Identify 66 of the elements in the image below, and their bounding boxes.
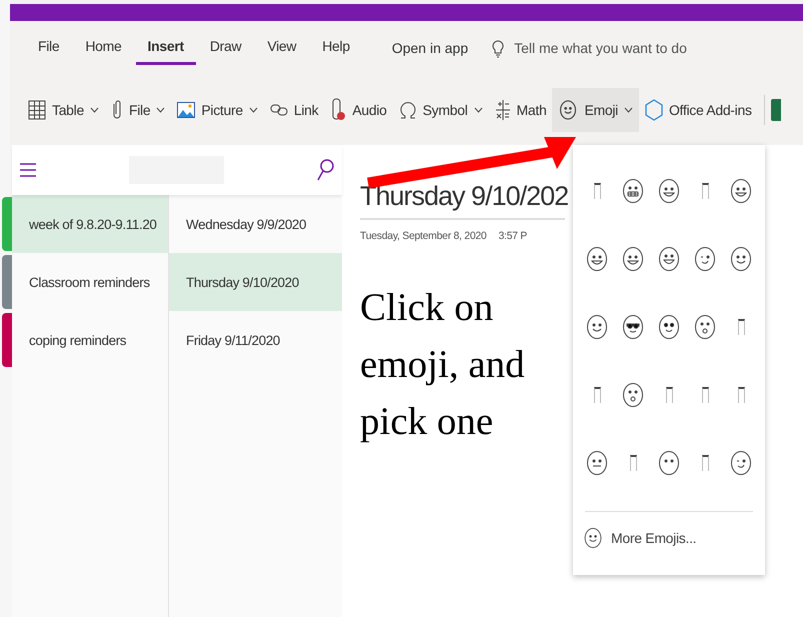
tell-me-field[interactable]: Tell me what you want to do — [512, 39, 706, 57]
menu-icon[interactable] — [20, 163, 36, 177]
toolbar-button[interactable]: Table — [22, 88, 105, 132]
more-emojis-button[interactable]: More Emojis... — [573, 512, 765, 564]
toolbar-button[interactable]: File — [104, 88, 172, 132]
toolbar-button[interactable]: Symbol — [392, 88, 489, 132]
table-icon — [28, 100, 46, 120]
emoji-icon — [621, 381, 645, 409]
missing-glyph-icon — [666, 387, 672, 403]
page-item[interactable]: Thursday 9/10/2020 — [169, 253, 342, 311]
emoji-icon — [729, 245, 753, 273]
emoji-icon — [657, 177, 681, 205]
math-icon — [494, 99, 511, 121]
emoji-icon — [657, 245, 681, 273]
emoji-icon — [729, 449, 753, 477]
menu-tab[interactable]: File — [26, 32, 72, 64]
microphone-icon — [330, 98, 346, 122]
missing-glyph-icon — [738, 319, 744, 335]
lightbulb-icon — [492, 38, 504, 58]
emoji-icon — [729, 177, 753, 205]
missing-glyph-icon — [702, 387, 708, 403]
emoji-icon — [693, 245, 717, 273]
menu-tab[interactable]: Draw — [198, 32, 254, 64]
page-item[interactable]: Friday 9/11/2020 — [169, 311, 342, 369]
emoji-icon — [693, 313, 717, 341]
section-item[interactable]: Classroom reminders — [12, 253, 168, 311]
menu-tab[interactable]: Insert — [136, 32, 196, 64]
omega-icon — [398, 100, 417, 120]
paperclip-icon — [110, 99, 123, 121]
toolbar-button[interactable]: Audio — [324, 88, 393, 132]
search-icon[interactable] — [316, 159, 334, 181]
menu-tab[interactable]: Home — [73, 32, 134, 64]
smiley-icon — [558, 99, 578, 121]
missing-glyph-icon — [738, 387, 744, 403]
emoji-icon — [621, 245, 645, 273]
menu-tab[interactable]: View — [255, 32, 308, 64]
emoji-icon — [621, 313, 645, 341]
missing-glyph-icon — [594, 387, 600, 403]
emoji-icon — [621, 177, 645, 205]
link-icon — [270, 103, 288, 117]
picture-icon — [177, 102, 196, 118]
emoji-icon — [657, 449, 681, 477]
toolbar-button[interactable]: Link — [264, 88, 324, 132]
toolbar-button[interactable]: Math — [488, 88, 552, 132]
missing-glyph-icon — [630, 455, 636, 471]
page-item[interactable]: Wednesday 9/9/2020 — [169, 195, 342, 253]
open-in-app-button[interactable]: Open in app — [384, 34, 476, 62]
page-time: 3:57 P — [498, 230, 528, 242]
toolbar-button[interactable]: Office Add-ins — [638, 88, 758, 132]
page-note-text: Click on emoji, and pick one — [360, 285, 526, 445]
page-date: Tuesday, September 8, 2020 — [360, 230, 486, 242]
missing-glyph-icon — [702, 183, 708, 199]
emoji-icon — [585, 449, 609, 477]
toolbar-button[interactable]: Emoji — [552, 88, 639, 132]
section-item[interactable]: week of 9.8.20-9.11.20 — [12, 195, 168, 253]
section-item[interactable]: coping reminders — [12, 311, 168, 369]
missing-glyph-icon — [702, 455, 708, 471]
toolbar-button[interactable]: Picture — [171, 88, 264, 132]
emoji-icon — [657, 313, 681, 341]
app-icon[interactable] — [770, 99, 781, 121]
emoji-icon — [585, 245, 609, 273]
menu-tab[interactable]: Help — [310, 32, 362, 64]
missing-glyph-icon — [594, 183, 600, 199]
hexagon-icon — [644, 99, 663, 121]
emoji-icon — [585, 313, 609, 341]
smiley-icon — [583, 526, 603, 550]
